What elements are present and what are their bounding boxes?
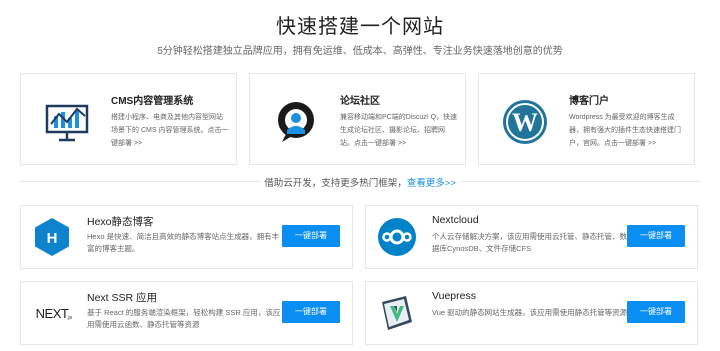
framework-desc: 个人云存储解决方案，该应用需使用云托管、静态托管、数据库CynosDB、文件存储… [432, 232, 627, 253]
svg-text:W: W [512, 108, 538, 137]
page-subtitle: 5分钟轻松搭建独立品牌应用，拥有免运维、低成本、高弹性、专注业务快速落地创意的优… [157, 46, 563, 57]
framework-divider: 借助云开发，支持更多热门框架，查看更多>> [0, 175, 720, 189]
framework-card-next-ssr: NEXT .js Next SSR 应用 基于 React 的服务端渲染框架，轻… [20, 281, 353, 345]
divider-text: 借助云开发，支持更多热门框架， [264, 178, 407, 189]
page-title: 快速搭建一个网站 [276, 16, 444, 38]
top-card-title: CMS内容管理系统 [111, 96, 194, 107]
top-card-desc: 搭建小程序、电商及其他内容型网站场景下的 CMS 内容管理系统。点击一键部署 >… [111, 114, 229, 147]
framework-name: Vuepress [432, 290, 476, 302]
top-card-forum[interactable]: 论坛社区 兼容移动端和PC端的Discuz! Q，快速生成论坛社区、摄影论坛、招… [249, 73, 466, 165]
svg-text:.js: .js [67, 315, 73, 321]
top-card-desc: 兼容移动端和PC端的Discuz! Q，快速生成论坛社区、摄影论坛、招聘网站。点… [340, 114, 458, 147]
deploy-button[interactable]: 一键部署 [627, 225, 685, 247]
deploy-button[interactable]: 一键部署 [282, 301, 340, 323]
framework-desc: Hexo 是快速、简洁且高效的静态博客站点生成器，拥有丰富的博客主题。 [87, 232, 280, 253]
top-card-blog[interactable]: W 博客门户 Wordpress 为最受欢迎的博客生成器，拥有强大的插件生态快速… [478, 73, 695, 165]
top-card-title: 博客门户 [569, 96, 609, 107]
framework-desc: Vue 驱动的静态网站生成器，该应用需使用静态托管等资源 [432, 308, 628, 317]
top-card-desc: Wordpress 为最受欢迎的博客生成器，拥有强大的插件生态快速搭建门户，官网… [569, 114, 681, 147]
deploy-button[interactable]: 一键部署 [627, 301, 685, 323]
framework-name: Nextcloud [432, 214, 479, 226]
framework-name: Hexo静态博客 [87, 216, 154, 228]
vuepress-icon [376, 292, 418, 334]
discuz-icon [268, 94, 324, 150]
svg-text:NEXT: NEXT [36, 306, 69, 321]
top-card-cms[interactable]: CMS内容管理系统 搭建小程序、电商及其他内容型网站场景下的 CMS 内容管理系… [20, 73, 237, 165]
deploy-button[interactable]: 一键部署 [282, 225, 340, 247]
nextjs-icon: NEXT .js [31, 292, 73, 334]
nextcloud-icon [376, 216, 418, 258]
hexo-icon: H [31, 216, 73, 258]
framework-desc: 基于 React 的服务端渲染框架，轻松构建 SSR 应用，该应用需使用云函数、… [87, 308, 281, 329]
cms-chart-icon [39, 94, 95, 150]
framework-card-hexo: H Hexo静态博客 Hexo 是快速、简洁且高效的静态博客站点生成器，拥有丰富… [20, 205, 353, 269]
top-card-title: 论坛社区 [340, 96, 380, 107]
wordpress-icon: W [497, 94, 553, 150]
see-more-link[interactable]: 查看更多>> [407, 178, 456, 189]
svg-text:H: H [47, 230, 58, 247]
framework-card-vuepress: Vuepress Vue 驱动的静态网站生成器，该应用需使用静态托管等资源 一键… [365, 281, 698, 345]
framework-card-nextcloud: Nextcloud 个人云存储解决方案，该应用需使用云托管、静态托管、数据库Cy… [365, 205, 698, 269]
framework-name: Next SSR 应用 [87, 292, 158, 304]
